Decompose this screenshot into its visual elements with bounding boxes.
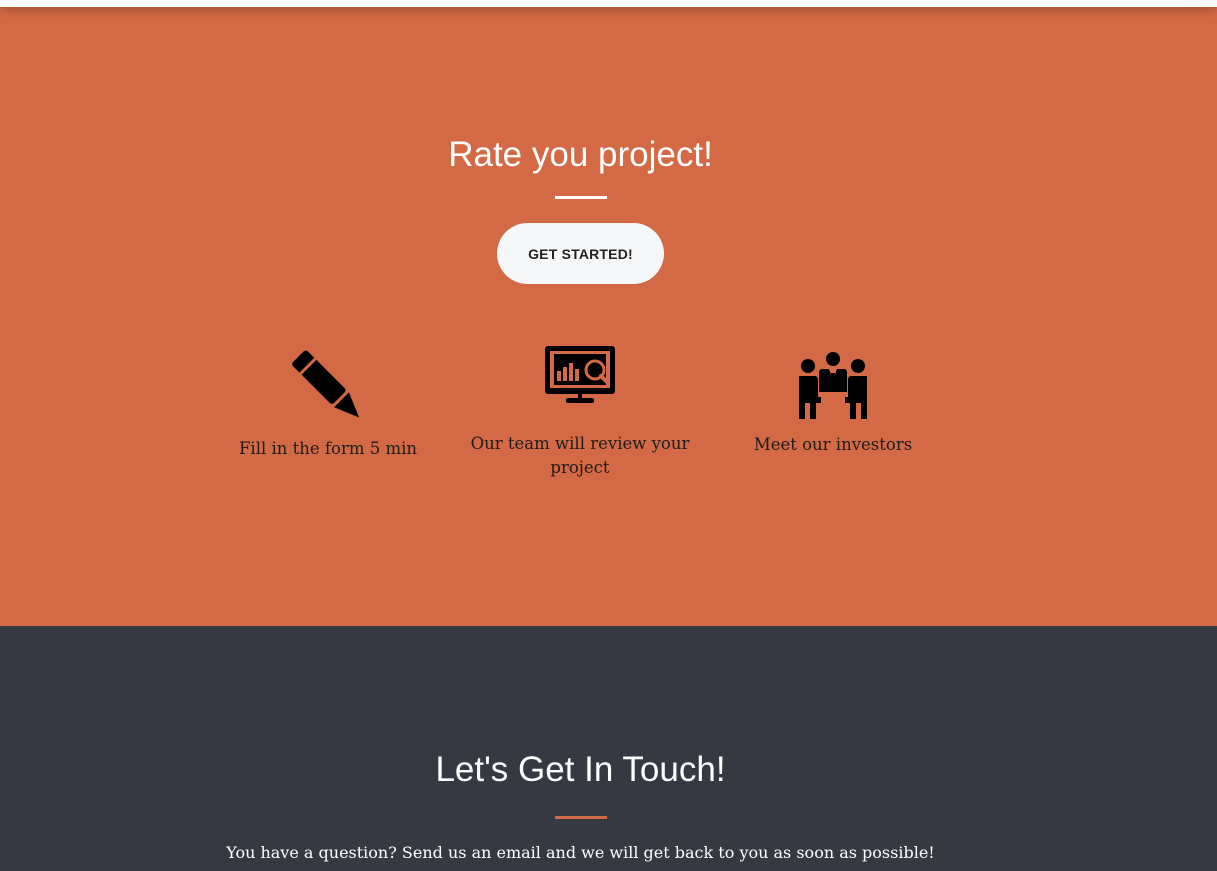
top-navbar-shadow: [0, 0, 1217, 7]
team-meeting-icon: [796, 351, 870, 423]
step-label: Fill in the form 5 min: [238, 439, 418, 458]
contact-description: You have a question? Send us an email an…: [226, 843, 935, 862]
step-label: Meet our investors: [753, 435, 913, 454]
contact-section-title: Let's Get In Touch!: [435, 750, 726, 789]
section-divider: [555, 816, 607, 819]
get-started-button[interactable]: GET STARTED!: [497, 223, 664, 284]
contact-section: Let's Get In Touch! You have a question?…: [0, 626, 1217, 871]
monitor-analytics-icon: [544, 345, 616, 405]
step-meet-investors: Meet our investors: [733, 351, 933, 454]
step-label: Our team will review your project: [470, 434, 690, 477]
step-team-review: Our team will review your project: [470, 345, 690, 477]
rate-section-title: Rate you project!: [448, 135, 713, 174]
section-divider: [555, 196, 607, 199]
rate-project-section: Rate you project! GET STARTED! Fill in t…: [0, 7, 1217, 626]
step-fill-form: Fill in the form 5 min: [228, 349, 428, 458]
pencil-icon: [291, 349, 363, 423]
